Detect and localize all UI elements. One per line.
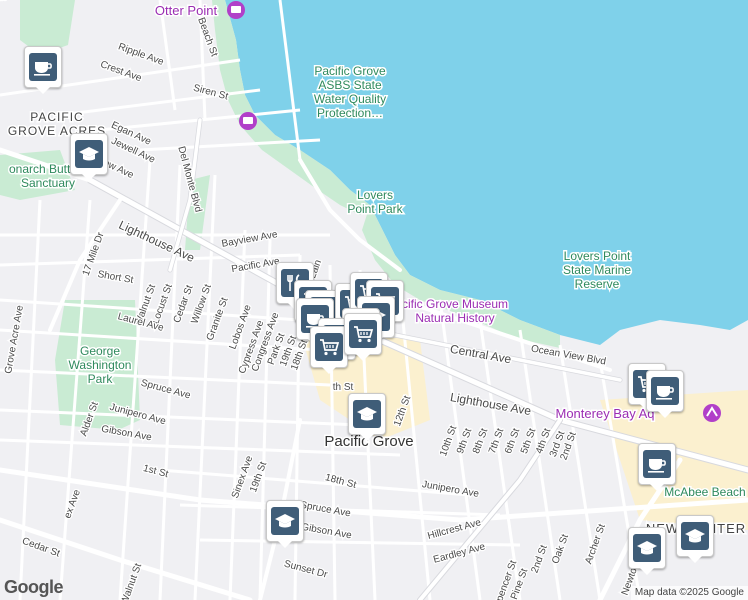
place-label-asbs[interactable]: Pacific Grove ASBS State Water Quality Prot… bbox=[312, 63, 387, 122]
shopping-icon bbox=[349, 320, 377, 348]
shopping-pin[interactable] bbox=[344, 313, 382, 361]
street-label: La bbox=[0, 0, 6, 3]
otter-point-poi-icon[interactable] bbox=[227, 1, 245, 19]
school-pin[interactable] bbox=[266, 500, 304, 548]
cafe-pin[interactable] bbox=[646, 370, 684, 418]
school-icon bbox=[75, 140, 103, 168]
asbs-poi-icon[interactable] bbox=[239, 112, 257, 130]
school-icon bbox=[633, 534, 661, 562]
cafe-icon bbox=[643, 450, 671, 478]
place-label-otter-point[interactable]: Otter Point bbox=[153, 2, 219, 20]
google-logo: Google bbox=[4, 577, 64, 597]
aquarium-poi-icon[interactable] bbox=[703, 404, 721, 422]
cafe-icon bbox=[29, 53, 57, 81]
school-pin[interactable] bbox=[676, 515, 714, 563]
shopping-icon bbox=[315, 333, 343, 361]
cafe-pin[interactable] bbox=[24, 46, 62, 94]
map-attribution[interactable]: Map data ©2025 Google bbox=[630, 586, 748, 600]
school-icon bbox=[353, 400, 381, 428]
place-label-museum[interactable]: cific Grove Museum Natural History bbox=[400, 296, 509, 327]
cafe-pin[interactable] bbox=[638, 443, 676, 491]
cafe-icon bbox=[651, 377, 679, 405]
school-icon bbox=[271, 507, 299, 535]
street-label: th St bbox=[333, 382, 354, 393]
school-icon bbox=[681, 522, 709, 550]
school-pin[interactable] bbox=[628, 527, 666, 575]
place-label-mcabee[interactable]: McAbee Beach bbox=[663, 484, 747, 501]
school-pin[interactable] bbox=[70, 133, 108, 181]
shopping-pin[interactable] bbox=[310, 326, 348, 374]
school-pin[interactable] bbox=[348, 393, 386, 441]
